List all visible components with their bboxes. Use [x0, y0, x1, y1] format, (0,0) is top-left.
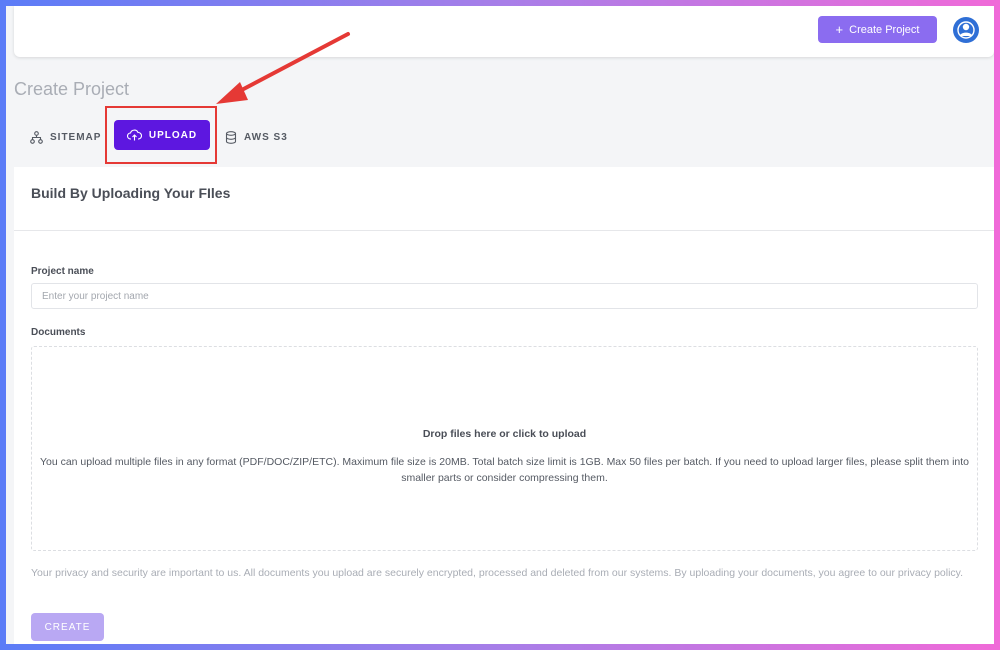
tab-aws-label: AWS S3	[244, 131, 288, 143]
create-project-label: Create Project	[849, 23, 920, 36]
documents-label: Documents	[31, 327, 86, 338]
top-navbar: + Create Project	[14, 6, 994, 57]
divider	[14, 230, 994, 231]
sitemap-icon	[30, 130, 43, 144]
page-title: Create Project	[14, 79, 130, 99]
upload-form-card: Build By Uploading Your FIles Project na…	[14, 167, 994, 644]
create-button[interactable]: CREATE	[31, 613, 104, 641]
app-window: + Create Project Create Project SITEMAP	[6, 6, 994, 644]
plus-icon: +	[835, 22, 844, 37]
database-icon	[225, 130, 237, 144]
dropzone-description: You can upload multiple files in any for…	[39, 455, 970, 484]
project-name-label: Project name	[31, 266, 94, 277]
file-dropzone[interactable]: Drop files here or click to upload You c…	[31, 346, 978, 551]
create-project-button[interactable]: + Create Project	[818, 16, 937, 43]
privacy-notice: Your privacy and security are important …	[31, 567, 964, 579]
user-avatar-icon[interactable]	[953, 17, 979, 43]
dropzone-title: Drop files here or click to upload	[422, 427, 587, 440]
tab-sitemap[interactable]: SITEMAP	[30, 122, 101, 152]
form-heading: Build By Uploading Your FIles	[31, 185, 231, 201]
upload-tab-highlight	[105, 106, 217, 164]
tab-sitemap-label: SITEMAP	[50, 131, 102, 143]
tab-aws-s3[interactable]: AWS S3	[225, 122, 288, 152]
annotation-arrow-icon	[216, 32, 350, 104]
project-name-input[interactable]	[31, 283, 978, 309]
